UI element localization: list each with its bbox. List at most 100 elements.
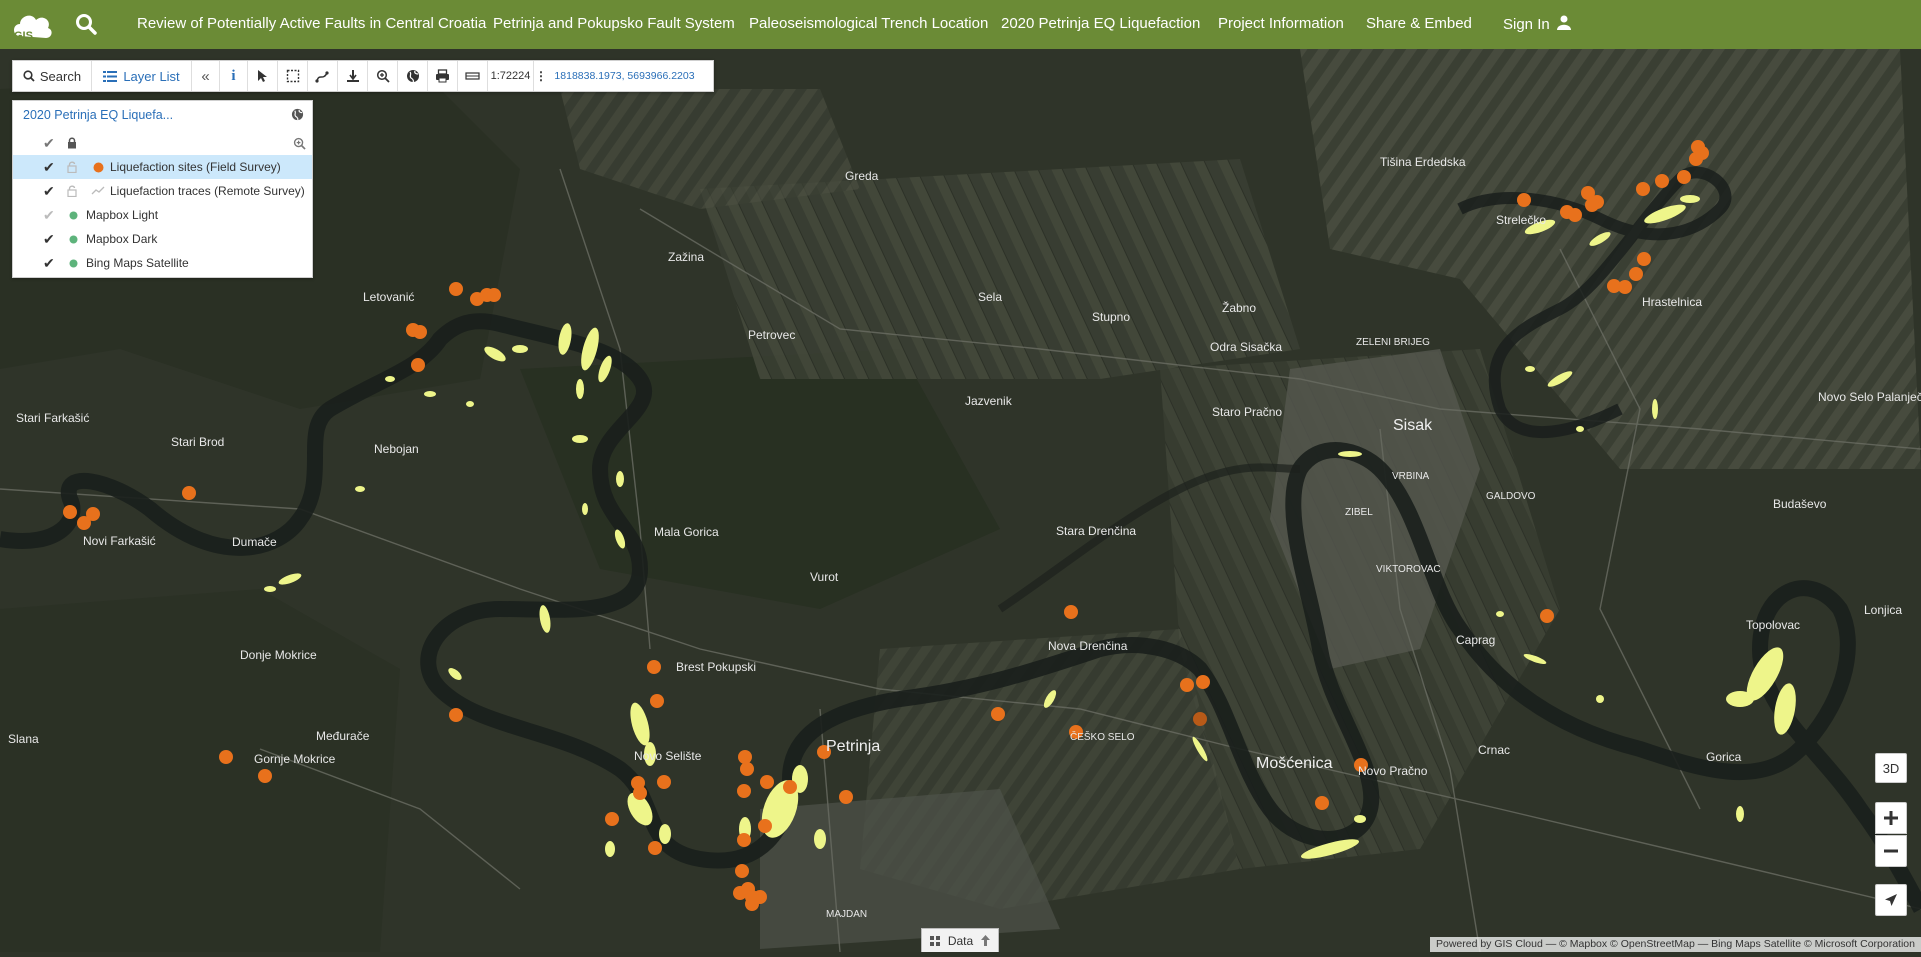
label-stupno: Stupno — [1092, 310, 1130, 324]
grid-icon — [929, 935, 940, 946]
location-arrow-icon — [1885, 894, 1897, 906]
print-button[interactable] — [428, 61, 458, 91]
box-select-button[interactable] — [278, 61, 308, 91]
layer-name: Mapbox Light — [86, 208, 159, 222]
info-icon: i — [231, 67, 236, 84]
basemap-button[interactable] — [398, 61, 428, 91]
line-symbol-icon — [91, 186, 105, 195]
label-petrovec: Petrovec — [748, 328, 795, 342]
label-petrinja: Petrinja — [826, 738, 880, 755]
label-staro-pracno: Staro Pračno — [1212, 405, 1282, 419]
layer-row-mapbox-light[interactable]: ✔ Mapbox Light — [13, 203, 312, 227]
label-novo-selo-palanjecko: Novo Selo Palanječko — [1818, 390, 1921, 404]
layer-row-liquefaction-sites[interactable]: ✔ Liquefaction sites (Field Survey) — [13, 155, 312, 179]
layer-name: Bing Maps Satellite — [86, 256, 189, 270]
cursor-icon — [258, 70, 267, 82]
label-gorica: Gorica — [1706, 750, 1742, 764]
label-budasevo: Budaševo — [1773, 497, 1827, 511]
label-sisak: Sisak — [1393, 417, 1433, 434]
double-chevron-left-icon: « — [201, 67, 210, 85]
globe-icon[interactable] — [291, 108, 304, 121]
info-tool-button[interactable]: i — [220, 61, 248, 91]
check-all-icon[interactable]: ✔ — [43, 135, 55, 152]
layer-list-button[interactable]: Layer List — [92, 61, 192, 91]
layer-group-title[interactable]: 2020 Petrinja EQ Liquefa... — [23, 108, 173, 122]
minus-icon — [1884, 849, 1898, 853]
search-icon — [23, 70, 35, 82]
label-zabno: Žabno — [1222, 300, 1256, 315]
layer-visible-checkbox[interactable]: ✔ — [43, 159, 55, 176]
zoom-in-icon — [376, 69, 390, 83]
box-select-icon — [286, 69, 299, 83]
nav-project-information[interactable]: Project Information — [1218, 15, 1344, 32]
top-nav-bar: GIS Review of Potentially Active Faults … — [0, 0, 1921, 49]
layer-visible-checkbox[interactable]: ✔ — [43, 183, 55, 200]
nav-share-embed[interactable]: Share & Embed — [1366, 15, 1472, 32]
label-viktorovac: VIKTOROVAC — [1376, 564, 1441, 575]
layer-visible-checkbox[interactable]: ✔ — [43, 207, 55, 224]
layer-visible-checkbox[interactable]: ✔ — [43, 255, 55, 272]
layer-list-panel: 2020 Petrinja EQ Liquefa... ✔ ✔ Liquefac… — [12, 100, 313, 278]
label-majdan: MAJDAN — [826, 909, 867, 920]
orange-circle-symbol-icon — [93, 162, 104, 172]
locate-me-button[interactable] — [1875, 884, 1907, 916]
measure-icon — [314, 71, 329, 83]
label-novo-pracno: Novo Pračno — [1358, 764, 1428, 778]
search-icon[interactable] — [74, 12, 98, 36]
nav-liquefaction[interactable]: 2020 Petrinja EQ Liquefaction — [1001, 15, 1200, 32]
plus-icon — [1884, 811, 1898, 825]
unlock-icon[interactable] — [67, 185, 77, 197]
label-donje-mokrice: Donje Mokrice — [240, 648, 317, 662]
sign-in-label: Sign In — [1503, 16, 1550, 33]
label-vurot: Vurot — [810, 570, 839, 584]
toggle-3d-button[interactable]: 3D — [1875, 753, 1907, 783]
label-novi-farkasic: Novi Farkašić — [83, 534, 156, 548]
print-icon — [436, 69, 449, 83]
label-brest-pokupski: Brest Pokupski — [676, 660, 756, 674]
layer-name: Mapbox Dark — [86, 232, 158, 246]
ruler-icon — [465, 72, 480, 80]
label-mala-gorica: Mala Gorica — [654, 525, 719, 539]
label-stara-drencina: Stara Drenčina — [1056, 524, 1136, 538]
label-novo-selisce: Novo Selište — [634, 749, 702, 763]
select-tool-button[interactable] — [248, 61, 278, 91]
collapse-button[interactable]: « — [192, 61, 220, 91]
nav-petrinja-pokupsko[interactable]: Petrinja and Pokupsko Fault System — [493, 15, 735, 32]
label-odra: Odra Sisačka — [1210, 340, 1282, 354]
label-galdovo: GALDOVO — [1486, 491, 1536, 502]
label-gornje-mokrice: Gornje Mokrice — [254, 752, 336, 766]
layer-list-label: Layer List — [123, 68, 180, 84]
lock-icon[interactable] — [67, 137, 77, 149]
zoom-in-button[interactable] — [1875, 802, 1907, 834]
label-caprag: Caprag — [1456, 633, 1495, 647]
nav-review-faults[interactable]: Review of Potentially Active Faults in C… — [137, 15, 486, 32]
layer-row-mapbox-dark[interactable]: ✔ Mapbox Dark — [13, 227, 312, 251]
more-options-button[interactable]: ⋮ — [534, 61, 548, 91]
layer-row-bing-satellite[interactable]: ✔ Bing Maps Satellite — [13, 251, 312, 275]
sign-in-link[interactable]: Sign In — [1503, 15, 1571, 33]
layer-name: Liquefaction traces (Remote Survey) — [110, 184, 305, 198]
zoom-out-button[interactable] — [1875, 835, 1907, 867]
label-greda: Greda — [845, 169, 879, 183]
unlock-icon[interactable] — [67, 161, 77, 173]
user-icon — [1556, 15, 1571, 30]
elevation-button[interactable] — [338, 61, 368, 91]
zoom-to-button[interactable] — [368, 61, 398, 91]
layer-visible-checkbox[interactable]: ✔ — [43, 231, 55, 248]
search-button[interactable]: Search — [13, 61, 92, 91]
pin-ground-icon — [346, 70, 359, 82]
zoom-to-layer-icon[interactable] — [293, 137, 306, 150]
label-nova-drencina: Nova Drenčina — [1048, 639, 1128, 653]
layer-header-row: ✔ — [13, 131, 312, 155]
scale-bar-button[interactable] — [458, 61, 488, 91]
data-tab-label: Data — [947, 933, 974, 948]
layer-row-liquefaction-traces[interactable]: ✔ Liquefaction traces (Remote Survey) — [13, 179, 312, 203]
label-zazina: Zažina — [668, 250, 704, 264]
data-panel-tab[interactable]: Data — [921, 928, 999, 952]
measure-button[interactable] — [308, 61, 338, 91]
label-vrbina: VRBINA — [1392, 471, 1430, 482]
label-crnac: Crnac — [1478, 743, 1510, 757]
label-meduracje: Međurače — [316, 729, 370, 743]
nav-trench-location[interactable]: Paleoseismological Trench Location — [749, 15, 988, 32]
gis-cloud-logo[interactable]: GIS — [10, 8, 54, 42]
